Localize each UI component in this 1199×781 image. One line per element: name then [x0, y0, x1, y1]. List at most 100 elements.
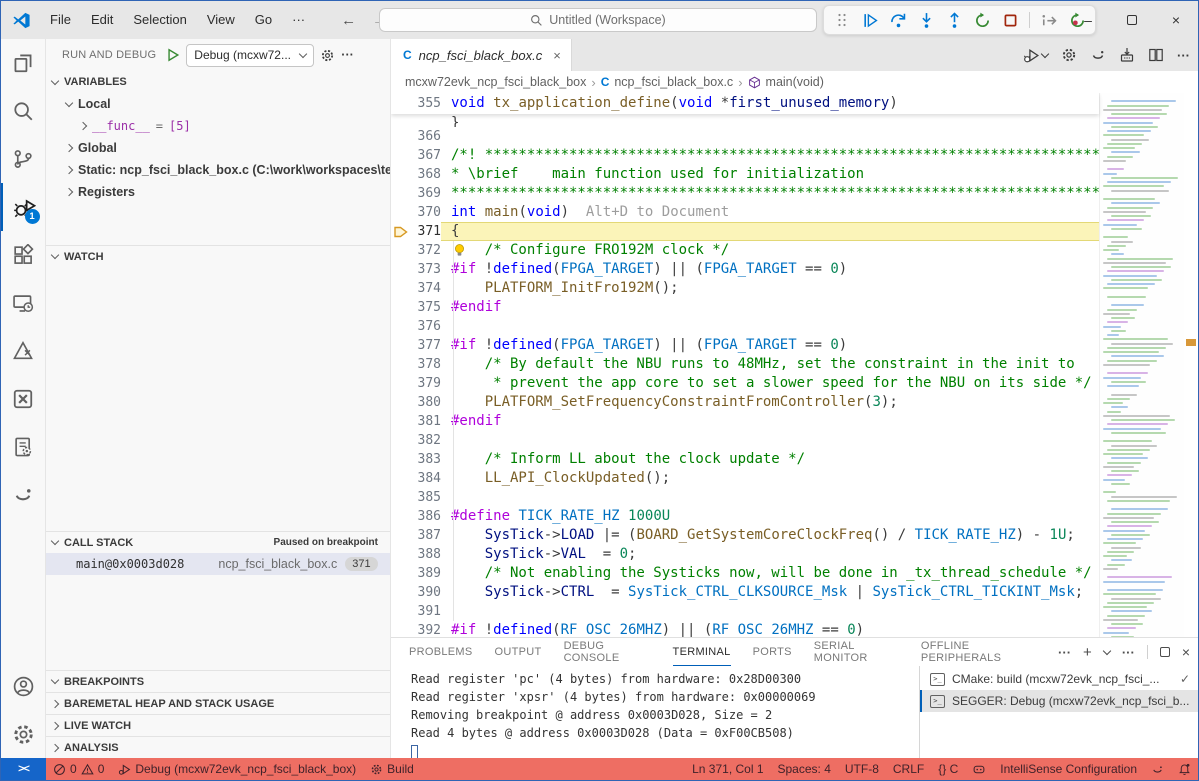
- debug-continue-button[interactable]: [858, 8, 882, 32]
- code-line-389[interactable]: 389 /* Not enabling the Systicks now, wi…: [391, 564, 1099, 583]
- glyph-margin[interactable]: [391, 469, 411, 488]
- project-config-icon[interactable]: [1, 423, 46, 471]
- search-sidebar-icon[interactable]: [1, 87, 46, 135]
- glyph-margin[interactable]: [391, 317, 411, 336]
- code-line-367[interactable]: 367/*! *********************************…: [391, 146, 1099, 165]
- glyph-margin[interactable]: [391, 298, 411, 317]
- line-number[interactable]: 390: [411, 585, 441, 600]
- glyph-margin[interactable]: [391, 583, 411, 602]
- line-number[interactable]: 384: [411, 471, 441, 486]
- code-line-375[interactable]: 375#endif: [391, 298, 1099, 317]
- debug-restart-button[interactable]: [970, 8, 994, 32]
- glyph-margin[interactable]: [391, 602, 411, 621]
- sidebar-more-actions[interactable]: ···: [341, 48, 354, 62]
- code-line-369[interactable]: 369*************************************…: [391, 184, 1099, 203]
- code-line-379[interactable]: 379 * prevent the app core to set a slow…: [391, 374, 1099, 393]
- indentation[interactable]: Spaces: 4: [771, 758, 838, 780]
- line-number[interactable]: 366: [411, 129, 441, 144]
- encoding[interactable]: UTF-8: [838, 758, 886, 780]
- mcux-refresh-icon[interactable]: [1090, 47, 1106, 63]
- line-number[interactable]: 373: [411, 262, 441, 277]
- back-arrow-icon[interactable]: ←: [341, 12, 356, 29]
- support-smiley-icon[interactable]: [1, 471, 46, 519]
- code-line-373[interactable]: 373#if !defined(FPGA_TARGET) || (FPGA_TA…: [391, 260, 1099, 279]
- glyph-margin[interactable]: [391, 279, 411, 298]
- maximize-button[interactable]: [1110, 1, 1154, 39]
- line-number[interactable]: 375: [411, 300, 441, 315]
- call-stack-header[interactable]: CALL STACK Paused on breakpoint: [46, 531, 390, 553]
- panel-tab-ports[interactable]: PORTS: [753, 638, 792, 666]
- line-number[interactable]: 369: [411, 186, 441, 201]
- scope-row[interactable]: Global: [46, 137, 390, 159]
- code-line-372[interactable]: 372 /* Configure FRO192M clock */: [391, 241, 1099, 260]
- code-line-385[interactable]: 385: [391, 488, 1099, 507]
- code-line-366[interactable]: 366: [391, 127, 1099, 146]
- line-number[interactable]: 383: [411, 452, 441, 467]
- line-number[interactable]: 371: [411, 224, 441, 239]
- code-line-368[interactable]: 368* \brief main function used for initi…: [391, 165, 1099, 184]
- code-editor[interactable]: }366367/*! *****************************…: [391, 93, 1198, 637]
- panel-tab-output[interactable]: OUTPUT: [495, 638, 542, 666]
- code-line-381[interactable]: 381#endif: [391, 412, 1099, 431]
- stack-frame-row[interactable]: main@0x0003d028 ncp_fsci_black_box.c 371: [46, 553, 390, 575]
- glyph-margin[interactable]: [391, 165, 411, 184]
- sticky-scroll-line[interactable]: 355void tx_application_define(void *firs…: [391, 93, 1099, 114]
- glyph-margin[interactable]: [391, 412, 411, 431]
- editor-more-actions[interactable]: ···: [1177, 48, 1190, 63]
- minimize-button[interactable]: –: [1066, 1, 1110, 39]
- intellisense-status[interactable]: IntelliSense Configuration: [993, 758, 1144, 780]
- glyph-margin[interactable]: [391, 488, 411, 507]
- panel-tab-problems[interactable]: PROBLEMS: [409, 638, 473, 666]
- debug-step-into-button[interactable]: [914, 8, 938, 32]
- menu-[interactable]: ···: [282, 8, 315, 32]
- line-number[interactable]: 374: [411, 281, 441, 296]
- section-breakpoints[interactable]: BREAKPOINTS: [46, 670, 390, 692]
- code-line-377[interactable]: 377#if !defined(FPGA_TARGET) || (FPGA_TA…: [391, 336, 1099, 355]
- command-center-search[interactable]: Untitled (Workspace): [379, 8, 817, 32]
- panel-tab-terminal[interactable]: TERMINAL: [673, 638, 731, 666]
- glyph-margin[interactable]: [391, 184, 411, 203]
- menu-view[interactable]: View: [197, 8, 245, 32]
- panel-tab-debug-console[interactable]: DEBUG CONSOLE: [564, 638, 651, 666]
- terminal-output[interactable]: Read register 'pc' (4 bytes) from hardwa…: [391, 666, 919, 758]
- code-line-371[interactable]: 371{: [391, 222, 1099, 241]
- glyph-margin[interactable]: [391, 450, 411, 469]
- variable-row[interactable]: __func__=[5]: [46, 115, 390, 137]
- close-panel-button[interactable]: ×: [1182, 644, 1190, 660]
- scope-row[interactable]: Local: [46, 93, 390, 115]
- minimap[interactable]: [1099, 93, 1184, 637]
- line-number[interactable]: 379: [411, 376, 441, 391]
- glyph-margin[interactable]: [391, 507, 411, 526]
- menu-file[interactable]: File: [40, 8, 81, 32]
- code-line-390[interactable]: 390 SysTick->CTRL = SysTick_CTRL_CLKSOUR…: [391, 583, 1099, 602]
- line-number[interactable]: 385: [411, 490, 441, 505]
- glyph-margin[interactable]: [391, 203, 411, 222]
- glyph-margin[interactable]: [391, 336, 411, 355]
- flash-deploy-icon[interactable]: [1119, 47, 1135, 63]
- section-analysis[interactable]: ANALYSIS: [46, 736, 390, 758]
- notifications-bell-icon[interactable]: [1171, 758, 1198, 780]
- code-line-376[interactable]: 376: [391, 317, 1099, 336]
- code-line-388[interactable]: 388 SysTick->VAL = 0;: [391, 545, 1099, 564]
- glyph-margin[interactable]: [391, 355, 411, 374]
- watch-header[interactable]: WATCH: [46, 245, 390, 267]
- line-number[interactable]: 382: [411, 433, 441, 448]
- code-line-386[interactable]: 386#define TICK_RATE_HZ 1000U: [391, 507, 1099, 526]
- code-line-391[interactable]: 391: [391, 602, 1099, 621]
- explorer-icon[interactable]: [1, 39, 46, 87]
- glyph-margin[interactable]: [391, 374, 411, 393]
- settings-gear-icon[interactable]: [1, 710, 46, 758]
- panel-tabs-overflow[interactable]: ···: [1058, 645, 1071, 660]
- remote-indicator[interactable]: ><: [1, 758, 46, 780]
- new-terminal-button[interactable]: +: [1083, 644, 1092, 661]
- launch-config-select[interactable]: Debug (mcxw72...: [186, 44, 314, 67]
- code-line-378[interactable]: 378 /* By default the NBU runs to 48MHz,…: [391, 355, 1099, 374]
- scope-row[interactable]: Registers: [46, 181, 390, 203]
- breadcrumb-symbol[interactable]: main(void): [766, 75, 824, 89]
- section-live-watch[interactable]: LIVE WATCH: [46, 714, 390, 736]
- eol-sequence[interactable]: CRLF: [886, 758, 931, 780]
- debug-settings-gear-icon[interactable]: [320, 48, 335, 63]
- toolbar-drag-handle[interactable]: [830, 8, 854, 32]
- glyph-margin[interactable]: [391, 260, 411, 279]
- line-number[interactable]: 391: [411, 604, 441, 619]
